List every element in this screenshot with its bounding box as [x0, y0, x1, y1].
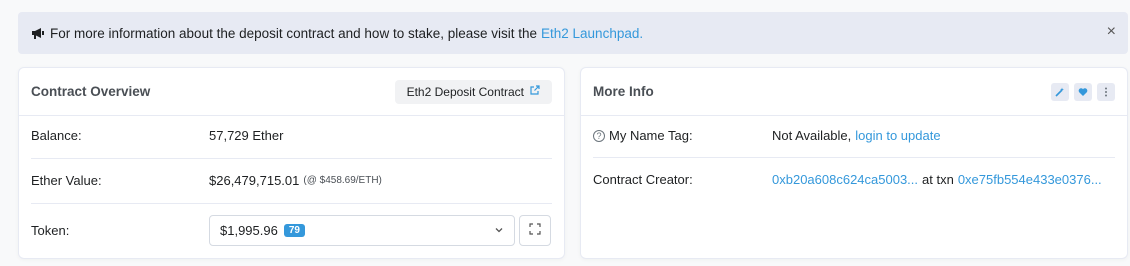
- name-tag-row: ? My Name Tag: Not Available, login to u…: [593, 128, 1115, 143]
- balance-row: Balance: 57,729 Ether: [31, 128, 552, 143]
- name-tag-label: My Name Tag:: [609, 128, 693, 143]
- question-icon[interactable]: ?: [593, 129, 605, 142]
- magic-wand-icon[interactable]: [1051, 82, 1069, 101]
- more-info-card: More Info ? My Name Tag: Not Available, …: [580, 67, 1128, 259]
- balance-value: 57,729 Ether: [209, 128, 284, 143]
- divider: [31, 203, 552, 204]
- creator-label: Contract Creator:: [593, 172, 693, 187]
- token-dropdown[interactable]: $1,995.96 79: [209, 215, 515, 246]
- name-tag-label-wrap: ? My Name Tag:: [593, 128, 772, 143]
- card-actions: [1051, 82, 1115, 101]
- creator-txn-link[interactable]: 0xe75fb554e433e0376...: [958, 172, 1102, 187]
- button-label: Eth2 Deposit Contract: [406, 84, 524, 99]
- info-alert: For more information about the deposit c…: [18, 12, 1128, 54]
- more-options-icon[interactable]: [1097, 82, 1115, 101]
- card-header: More Info: [581, 68, 1127, 116]
- ether-value-row: Ether Value: $26,479,715.01 (@ $458.69/E…: [31, 173, 552, 188]
- creator-address-link[interactable]: 0xb20a608c624ca5003...: [772, 172, 918, 187]
- token-count-badge: 79: [283, 224, 305, 237]
- divider: [593, 157, 1115, 158]
- card-header: Contract Overview Eth2 Deposit Contract: [19, 68, 564, 116]
- name-tag-value: Not Available,: [772, 128, 852, 143]
- divider: [31, 158, 552, 159]
- contract-creator-row: Contract Creator: 0xb20a608c624ca5003...…: [593, 172, 1115, 187]
- login-link[interactable]: login to update: [855, 128, 940, 143]
- token-value: $1,995.96: [220, 223, 278, 238]
- close-icon[interactable]: ×: [1107, 24, 1116, 40]
- launchpad-link[interactable]: Eth2 Launchpad.: [541, 26, 643, 41]
- ether-price: (@ $458.69/ETH): [303, 175, 382, 186]
- expand-button[interactable]: [519, 215, 551, 246]
- heart-icon[interactable]: [1074, 82, 1092, 101]
- card-title: More Info: [593, 84, 654, 99]
- ether-value: $26,479,715.01: [209, 173, 300, 188]
- expand-icon: [529, 223, 541, 238]
- card-title: Contract Overview: [31, 84, 151, 99]
- eth2-deposit-contract-button[interactable]: Eth2 Deposit Contract: [394, 79, 552, 104]
- external-link-icon: [530, 85, 540, 98]
- token-label: Token:: [31, 223, 70, 238]
- at-txn-text: at txn: [922, 172, 954, 187]
- contract-overview-card: Contract Overview Eth2 Deposit Contract …: [18, 67, 565, 259]
- alert-text: For more information about the deposit c…: [50, 25, 538, 41]
- megaphone-icon: [30, 25, 46, 41]
- chevron-down-icon: [494, 223, 504, 238]
- ether-value-label: Ether Value:: [31, 173, 102, 188]
- balance-label: Balance:: [31, 128, 82, 143]
